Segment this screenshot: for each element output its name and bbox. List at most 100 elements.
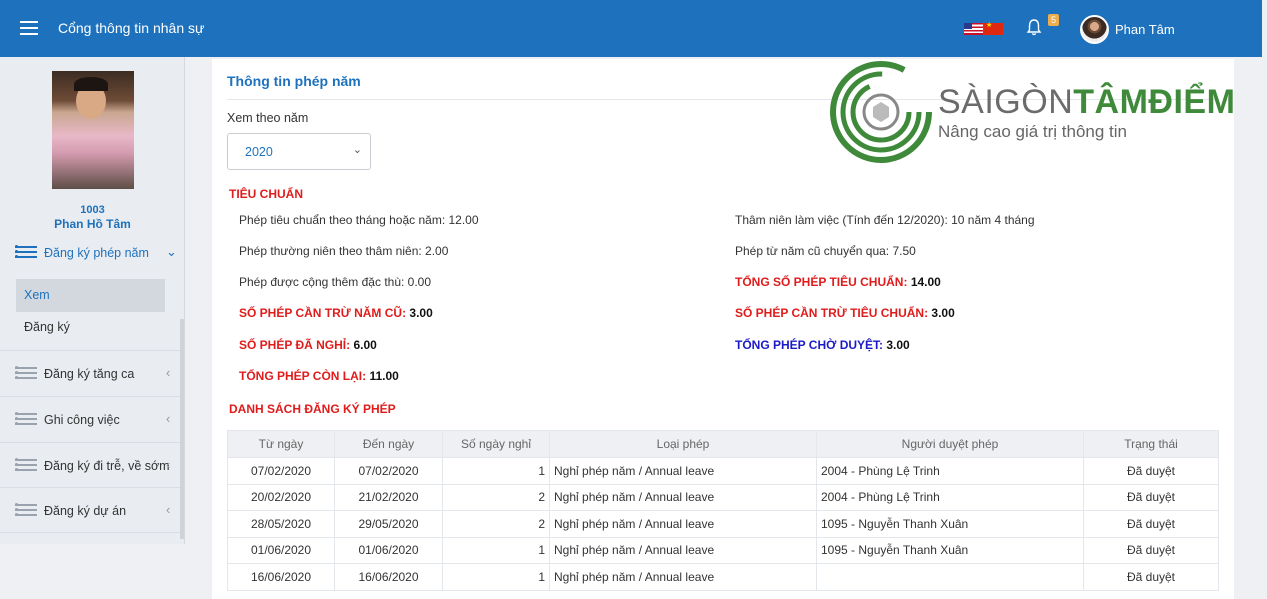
deduct-old-label: SỐ PHÉP CẦN TRỪ NĂM CŨ: — [239, 306, 407, 320]
deduct-standard: SỐ PHÉP CẦN TRỪ TIÊU CHUẨN: 3.00 — [735, 306, 955, 320]
chevron-down-icon: ⌄ — [352, 144, 362, 156]
list-icon — [15, 365, 37, 381]
chevron-left-icon: ‹ — [166, 411, 171, 426]
sidebar-item-projects[interactable]: Đăng ký dự án ‹ — [0, 488, 185, 533]
user-avatar[interactable] — [1080, 15, 1109, 44]
cell-to-date: 21/02/2020 — [334, 483, 443, 511]
year-label: Xem theo năm — [227, 111, 309, 125]
deduct-standard-value: 3.00 — [931, 306, 955, 320]
leave-table: Từ ngày Đến ngày Số ngày nghỉ Loại phép … — [227, 430, 1219, 591]
table-row[interactable]: 01/06/2020 01/06/2020 1 Nghỉ phép năm / … — [227, 536, 1219, 564]
notification-badge: 5 — [1048, 14, 1060, 26]
list-icon — [15, 244, 37, 260]
bell-icon[interactable] — [1026, 18, 1042, 38]
cell-to-date: 29/05/2020 — [334, 510, 443, 538]
cell-approver: 1095 - Nguyễn Thanh Xuân — [816, 510, 1084, 538]
cell-to-date: 16/06/2020 — [334, 563, 443, 591]
cell-to-date: 01/06/2020 — [334, 536, 443, 564]
section-title-leave-list: DANH SÁCH ĐĂNG KÝ PHÉP — [229, 402, 396, 416]
info-standard-leave: Phép tiêu chuẩn theo tháng hoặc năm: 12.… — [239, 213, 479, 227]
cell-days: 1 — [442, 536, 550, 564]
cell-from-date: 20/02/2020 — [227, 483, 335, 511]
total-standard-leave: TỔNG SỐ PHÉP TIÊU CHUẨN: 14.00 — [735, 275, 941, 289]
submenu-item-register[interactable]: Đăng ký — [24, 320, 70, 334]
top-navbar: Cổng thông tin nhân sự 5 Phan Tâm — [0, 0, 1262, 57]
cell-status: Đã duyệt — [1083, 457, 1219, 485]
sidebar-item-label: Đăng ký dự án — [44, 504, 127, 518]
submenu-item-view[interactable]: Xem — [16, 279, 165, 312]
column-header: Đến ngày — [334, 430, 443, 458]
employee-id: 1003 — [80, 204, 105, 216]
china-flag-icon[interactable] — [984, 21, 1003, 35]
list-icon — [15, 502, 37, 518]
cell-days: 1 — [442, 457, 550, 485]
watermark-brand: SÀIGÒNTÂMĐIỂM — [938, 83, 1235, 122]
section-title-standard: TIÊU CHUẨN — [229, 187, 303, 201]
cell-approver: 2004 - Phùng Lệ Trinh — [816, 457, 1084, 485]
hamburger-menu-icon[interactable] — [20, 21, 38, 35]
chevron-left-icon: ‹ — [166, 457, 171, 472]
chevron-left-icon: ‹ — [166, 502, 171, 517]
cell-to-date: 07/02/2020 — [334, 457, 443, 485]
sidebar-scrollbar[interactable] — [180, 319, 184, 539]
leave-taken-label: SỐ PHÉP ĐÃ NGHỈ: — [239, 338, 351, 352]
cell-days: 2 — [442, 510, 550, 538]
cell-days: 2 — [442, 483, 550, 511]
cell-status: Đã duyệt — [1083, 536, 1219, 564]
brand-part-2: TÂMĐIỂM — [1073, 83, 1236, 121]
user-name[interactable]: Phan Tâm — [1115, 22, 1175, 37]
sidebar-item-work-log[interactable]: Ghi công việc ‹ — [0, 397, 185, 442]
total-standard-label: TỔNG SỐ PHÉP TIÊU CHUẨN: — [735, 275, 908, 289]
page-title: Thông tin phép năm — [227, 73, 361, 89]
sidebar-item-annual-leave[interactable]: Đăng ký phép năm ⌄ — [0, 230, 185, 275]
column-header: Trạng thái — [1083, 430, 1219, 458]
leave-pending-value: 3.00 — [886, 338, 910, 352]
leave-pending: TỔNG PHÉP CHỜ DUYỆT: 3.00 — [735, 338, 910, 352]
info-carryover: Phép từ năm cũ chuyển qua: 7.50 — [735, 244, 916, 258]
leave-taken: SỐ PHÉP ĐÃ NGHỈ: 6.00 — [239, 338, 377, 352]
column-header: Loại phép — [549, 430, 817, 458]
leave-taken-value: 6.00 — [353, 338, 377, 352]
leave-pending-label: TỔNG PHÉP CHỜ DUYỆT: — [735, 338, 884, 352]
sidebar-item-label: Ghi công việc — [44, 413, 120, 427]
sidebar-item-label: Đăng ký tăng ca — [44, 367, 135, 381]
info-seniority: Thâm niên làm việc (Tính đến 12/2020): 1… — [735, 213, 1035, 227]
deduct-old-value: 3.00 — [409, 306, 433, 320]
column-header: Người duyệt phép — [816, 430, 1084, 458]
cell-leave-type: Nghỉ phép năm / Annual leave — [549, 563, 817, 591]
sidebar-item-overtime[interactable]: Đăng ký tăng ca ‹ — [0, 351, 185, 396]
table-row[interactable]: 28/05/2020 29/05/2020 2 Nghỉ phép năm / … — [227, 510, 1219, 538]
cell-approver: 2004 - Phùng Lệ Trinh — [816, 483, 1084, 511]
sidebar: 1003 Phan Hồ Tâm Đăng ký phép năm ⌄ Xem … — [0, 57, 185, 544]
table-row[interactable]: 07/02/2020 07/02/2020 1 Nghỉ phép năm / … — [227, 457, 1219, 485]
cell-leave-type: Nghỉ phép năm / Annual leave — [549, 510, 817, 538]
year-select[interactable]: 2020 ⌄ — [227, 133, 371, 170]
cell-from-date: 07/02/2020 — [227, 457, 335, 485]
watermark-slogan: Nâng cao giá trị thông tin — [938, 122, 1128, 141]
saigon-tamdiem-logo-icon — [830, 61, 932, 163]
sidebar-item-late-early[interactable]: Đăng ký đi trễ, về sớm ‹ — [0, 443, 185, 488]
cell-leave-type: Nghỉ phép năm / Annual leave — [549, 536, 817, 564]
table-row[interactable]: 20/02/2020 21/02/2020 2 Nghỉ phép năm / … — [227, 483, 1219, 511]
us-flag-icon[interactable] — [964, 23, 983, 35]
cell-leave-type: Nghỉ phép năm / Annual leave — [549, 457, 817, 485]
list-icon — [15, 411, 37, 427]
cell-approver — [816, 563, 1084, 591]
deduct-old-year: SỐ PHÉP CẦN TRỪ NĂM CŨ: 3.00 — [239, 306, 433, 320]
chevron-down-icon: ⌄ — [166, 244, 177, 259]
app-title[interactable]: Cổng thông tin nhân sự — [58, 20, 204, 36]
cell-status: Đã duyệt — [1083, 510, 1219, 538]
cell-approver: 1095 - Nguyễn Thanh Xuân — [816, 536, 1084, 564]
employee-name: Phan Hồ Tâm — [54, 217, 131, 231]
column-header: Từ ngày — [227, 430, 335, 458]
deduct-standard-label: SỐ PHÉP CẦN TRỪ TIÊU CHUẨN: — [735, 306, 929, 320]
cell-from-date: 16/06/2020 — [227, 563, 335, 591]
cell-status: Đã duyệt — [1083, 483, 1219, 511]
cell-status: Đã duyệt — [1083, 563, 1219, 591]
list-icon — [15, 457, 37, 473]
total-standard-value: 14.00 — [910, 275, 941, 289]
table-row[interactable]: 16/06/2020 16/06/2020 1 Nghỉ phép năm / … — [227, 563, 1219, 591]
cell-from-date: 01/06/2020 — [227, 536, 335, 564]
leave-remaining-value: 11.00 — [369, 369, 399, 383]
column-header: Số ngày nghỉ — [442, 430, 550, 458]
